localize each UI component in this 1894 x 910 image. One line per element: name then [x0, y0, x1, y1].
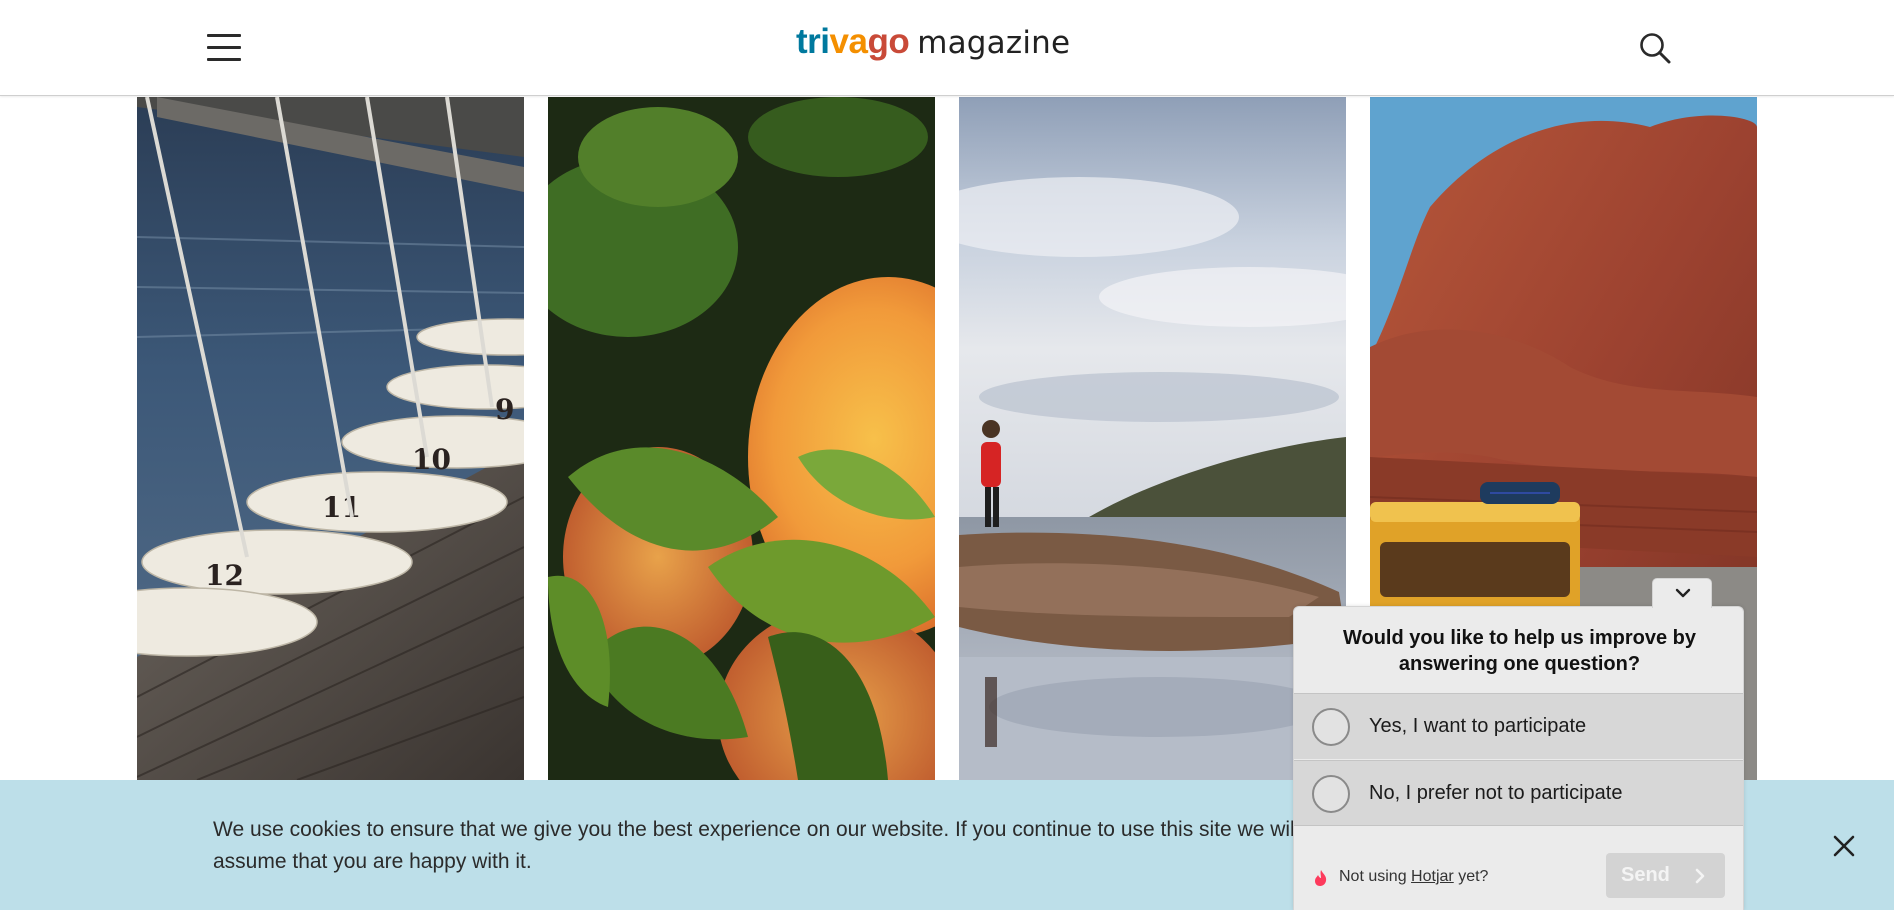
svg-text:9: 9 [495, 393, 514, 426]
hamburger-menu-icon[interactable] [205, 32, 243, 62]
send-button-label: Send [1621, 864, 1670, 886]
radio-button[interactable] [1312, 708, 1350, 746]
svg-text:11: 11 [322, 491, 361, 524]
chevron-down-icon[interactable] [1652, 578, 1712, 608]
hotjar-flame-icon [1314, 869, 1328, 887]
logo-part-go: go [867, 22, 910, 61]
logo-part-va: va [829, 22, 868, 61]
logo-part-tri: tri [796, 22, 830, 61]
feedback-survey-widget: Would you like to help us improve by ans… [1293, 606, 1744, 910]
hotjar-link[interactable]: Hotjar [1411, 868, 1454, 885]
close-icon[interactable] [1830, 832, 1858, 860]
trivago-magazine-logo[interactable]: tri va go magazine [796, 22, 1070, 70]
survey-option-yes[interactable]: Yes, I want to participate [1294, 693, 1743, 759]
article-image-lake[interactable] [959, 97, 1346, 780]
radio-button[interactable] [1312, 775, 1350, 813]
article-image-marina[interactable]: 9 10 11 12 [137, 97, 524, 780]
survey-question: Would you like to help us improve by ans… [1342, 627, 1696, 675]
logo-part-magazine: magazine [917, 25, 1071, 61]
hotjar-promo-suffix: yet? [1458, 868, 1489, 885]
survey-footer: Not using Hotjar yet? Send [1294, 828, 1743, 910]
survey-option-no[interactable]: No, I prefer not to participate [1294, 760, 1743, 826]
hotjar-promo-prefix: Not using [1339, 868, 1407, 885]
cookie-message: We use cookies to ensure that we give yo… [213, 818, 1300, 873]
send-button[interactable]: Send [1606, 853, 1725, 898]
svg-text:12: 12 [205, 559, 244, 592]
hotjar-promo: Not using Hotjar yet? [1339, 868, 1488, 886]
survey-option-label: Yes, I want to participate [1369, 715, 1587, 737]
site-header: tri va go magazine [0, 0, 1894, 96]
menu-bar [207, 46, 241, 49]
page: tri va go magazine 9 10 11 12 We use coo… [0, 0, 1894, 910]
search-icon[interactable] [1638, 31, 1672, 65]
survey-option-label: No, I prefer not to participate [1369, 782, 1623, 804]
chevron-right-icon [1694, 867, 1706, 885]
menu-bar [207, 34, 241, 37]
article-image-peaches[interactable] [548, 97, 935, 780]
svg-text:10: 10 [412, 443, 451, 476]
menu-bar [207, 58, 241, 61]
